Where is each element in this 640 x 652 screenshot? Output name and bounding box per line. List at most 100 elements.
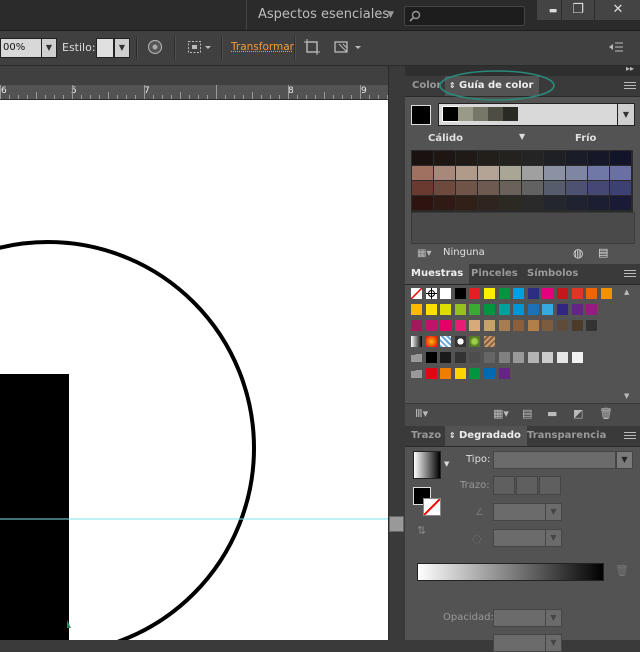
color-swatch[interactable]	[411, 320, 422, 331]
guide-color-cell[interactable]	[588, 196, 609, 210]
guide-color-cell[interactable]	[566, 166, 587, 180]
color-swatch[interactable]	[469, 352, 481, 363]
guide-color-cell[interactable]	[522, 196, 543, 210]
color-swatch[interactable]	[600, 288, 612, 299]
gradient-type-arrow[interactable]: ▼	[616, 451, 633, 469]
angle-field[interactable]	[493, 503, 547, 521]
guide-color-cell[interactable]	[566, 196, 587, 210]
harmony-color-chip[interactable]	[442, 106, 459, 122]
registration-swatch[interactable]	[425, 288, 437, 299]
align-options-button[interactable]	[187, 39, 213, 58]
color-swatch[interactable]	[469, 368, 481, 379]
harmony-color-chip[interactable]	[488, 107, 503, 121]
guide-color-cell[interactable]	[588, 166, 609, 180]
color-swatch[interactable]	[440, 304, 452, 315]
harmony-color-chip[interactable]	[473, 107, 488, 121]
guide-color-cell[interactable]	[566, 151, 587, 165]
color-swatch[interactable]	[513, 304, 525, 315]
guide-color-cell[interactable]	[500, 181, 521, 195]
panel-menu-icon[interactable]	[624, 82, 636, 91]
guide-color-cell[interactable]	[522, 181, 543, 195]
stroke-gradient-along-button[interactable]	[516, 476, 538, 495]
color-swatch[interactable]	[513, 288, 525, 299]
color-swatch[interactable]	[440, 352, 452, 363]
color-guide-grid[interactable]	[411, 150, 633, 212]
horizontal-ruler[interactable]: 6 5 7 8 9	[0, 85, 388, 100]
guide-color-cell[interactable]	[434, 151, 455, 165]
color-swatch[interactable]	[454, 304, 466, 315]
color-swatch[interactable]	[586, 288, 598, 299]
opacity-dropdown[interactable]: ▼	[545, 609, 562, 627]
gradient-slider[interactable]	[417, 563, 604, 581]
tab-swatches[interactable]: Muestras	[405, 264, 470, 284]
color-swatch[interactable]	[527, 288, 539, 299]
color-swatch[interactable]	[527, 304, 539, 315]
guide-color-cell[interactable]	[610, 151, 631, 165]
color-swatch[interactable]	[469, 320, 481, 331]
color-swatch[interactable]	[425, 320, 437, 331]
color-swatch[interactable]	[425, 352, 437, 363]
guide-color-cell[interactable]	[500, 151, 521, 165]
stroke-gradient-across-button[interactable]	[539, 476, 561, 495]
color-swatch[interactable]	[454, 288, 466, 299]
scroll-down-icon[interactable]: ▼	[624, 392, 629, 400]
color-swatch[interactable]	[527, 352, 539, 363]
aspect-ratio-dropdown[interactable]: ▼	[545, 529, 562, 547]
color-swatch[interactable]	[586, 304, 598, 315]
guide-color-cell[interactable]	[500, 196, 521, 210]
color-swatch[interactable]	[571, 304, 583, 315]
color-group-folder-icon[interactable]	[411, 368, 422, 379]
guide-color-cell[interactable]	[544, 181, 565, 195]
color-swatch[interactable]	[557, 304, 568, 315]
transform-link[interactable]: Transformar	[231, 41, 294, 53]
guide-color-cell[interactable]	[588, 151, 609, 165]
color-swatch[interactable]	[498, 368, 510, 379]
pattern-swatch[interactable]	[469, 336, 481, 347]
restore-button[interactable]: ❐	[561, 0, 594, 20]
tab-brushes[interactable]: Pinceles	[465, 264, 524, 284]
gradient-type-dropdown[interactable]	[493, 451, 616, 469]
location-field[interactable]	[493, 634, 547, 652]
color-swatch[interactable]	[557, 352, 568, 363]
color-swatch[interactable]	[542, 288, 554, 299]
guide-color-cell[interactable]	[412, 181, 433, 195]
color-swatch[interactable]	[557, 288, 568, 299]
color-swatch[interactable]	[498, 304, 510, 315]
color-swatch[interactable]	[425, 368, 437, 379]
pattern-swatch[interactable]	[484, 336, 495, 347]
guide-color-cell[interactable]	[544, 196, 565, 210]
guide-color-cell[interactable]	[456, 196, 477, 210]
help-search-input[interactable]	[404, 6, 525, 26]
opacity-field[interactable]: 00%	[0, 38, 42, 58]
guide-color-cell[interactable]	[522, 166, 543, 180]
color-group-folder-icon[interactable]	[411, 352, 422, 363]
new-swatch-icon[interactable]: ◩	[573, 407, 583, 420]
color-swatch[interactable]	[440, 288, 452, 299]
gradient-presets-icon[interactable]: ▼	[444, 460, 449, 468]
panel-menu-icon[interactable]	[624, 270, 636, 279]
pattern-swatch[interactable]	[454, 336, 466, 347]
opacity-dropdown-button[interactable]: ▼	[41, 38, 57, 58]
harmony-color-chip[interactable]	[503, 107, 518, 121]
guide-color-cell[interactable]	[544, 166, 565, 180]
gradient-thumbnail[interactable]	[413, 451, 441, 479]
variation-dropdown-icon[interactable]: ▼	[519, 132, 525, 141]
collapse-dock-icon[interactable]: ▸▸	[626, 64, 634, 73]
delete-stop-icon[interactable]: 🗑	[615, 564, 629, 577]
guide-color-cell[interactable]	[610, 166, 631, 180]
reverse-gradient-icon[interactable]: ⇅	[417, 524, 426, 537]
guide-color-cell[interactable]	[456, 181, 477, 195]
guide-color-cell[interactable]	[566, 181, 587, 195]
swatch-libraries-icon[interactable]: Ⅲ▾	[415, 407, 428, 420]
guide-color-cell[interactable]	[610, 181, 631, 195]
harmony-rules-dropdown[interactable]	[438, 103, 618, 126]
guide-color-cell[interactable]	[588, 181, 609, 195]
aspect-ratio-field[interactable]	[493, 529, 547, 547]
color-swatch[interactable]	[484, 320, 495, 331]
gradient-swatch[interactable]	[411, 336, 422, 347]
stroke-swatch[interactable]	[423, 498, 441, 516]
harmony-dropdown-arrow[interactable]: ▼	[617, 103, 635, 126]
tab-stroke[interactable]: Trazo	[405, 426, 447, 446]
delete-swatch-icon[interactable]: 🗑	[599, 407, 613, 420]
color-swatch[interactable]	[571, 320, 583, 331]
